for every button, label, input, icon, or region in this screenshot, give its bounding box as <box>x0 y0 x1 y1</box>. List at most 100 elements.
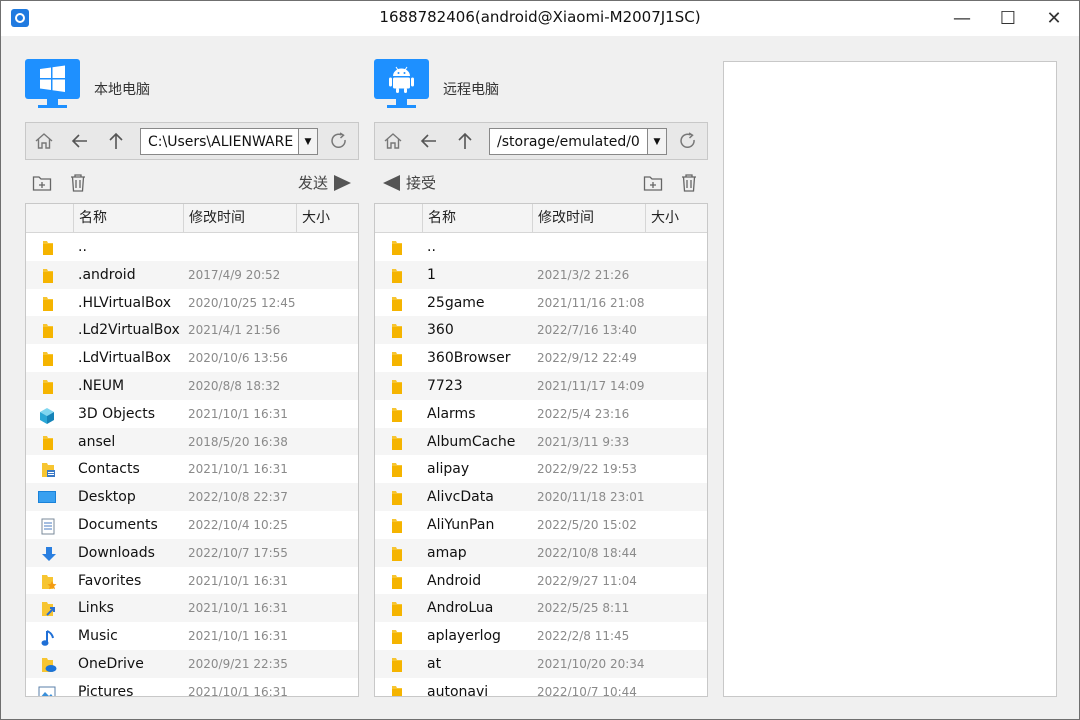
file-modified: 2022/10/8 18:44 <box>537 545 637 560</box>
file-row[interactable]: Desktop 2022/10/8 22:37 <box>26 483 358 511</box>
file-row[interactable]: .NEUM 2020/8/8 18:32 <box>26 371 358 400</box>
file-row[interactable]: .Ld2VirtualBox 2021/4/1 21:56 <box>26 316 358 345</box>
local-path-input[interactable] <box>141 129 298 154</box>
back-arrow-icon[interactable] <box>69 130 91 152</box>
new-folder-icon[interactable] <box>31 172 53 194</box>
column-size[interactable]: 大小 <box>646 204 707 232</box>
file-name: at <box>427 655 442 672</box>
file-row[interactable]: AlivcData 2020/11/18 23:01 <box>375 483 707 511</box>
file-row[interactable]: at 2021/10/20 20:34 <box>375 649 707 678</box>
file-row[interactable]: Favorites 2021/10/1 16:31 <box>26 567 358 595</box>
file-name: .HLVirtualBox <box>78 294 172 311</box>
remote-path-combobox[interactable]: ▼ <box>489 128 667 155</box>
folder-icon <box>390 629 403 645</box>
picture-icon <box>38 685 56 696</box>
title-bar[interactable]: 1688782406(android@Xiaomi-M2007J1SC) — ☐… <box>1 1 1079 36</box>
file-name: .Ld2VirtualBox <box>78 322 180 339</box>
folder-icon <box>390 685 403 696</box>
chevron-down-icon[interactable]: ▼ <box>298 129 317 154</box>
file-row[interactable]: amap 2022/10/8 18:44 <box>375 538 707 567</box>
file-row[interactable]: Android 2022/9/27 11:04 <box>375 567 707 595</box>
file-row[interactable]: .android 2017/4/9 20:52 <box>26 260 358 289</box>
send-button-label: 发送 <box>297 174 328 192</box>
folder-icon <box>390 296 403 311</box>
home-icon[interactable] <box>382 130 404 152</box>
receive-button[interactable]: 接受 <box>383 172 436 193</box>
file-row[interactable]: 360 2022/7/16 13:40 <box>375 316 707 345</box>
file-row[interactable]: OneDrive 2020/9/21 22:35 <box>26 649 358 678</box>
local-path-combobox[interactable]: ▼ <box>140 128 318 155</box>
back-arrow-icon[interactable] <box>418 130 440 152</box>
file-row[interactable]: Documents 2022/10/4 10:25 <box>26 511 358 539</box>
remote-path-input[interactable] <box>490 129 647 154</box>
file-modified: 2021/10/1 16:31 <box>188 629 288 644</box>
new-folder-icon[interactable] <box>642 172 664 194</box>
file-row[interactable]: .HLVirtualBox 2020/10/25 12:45 <box>26 289 358 317</box>
refresh-icon[interactable] <box>328 130 350 152</box>
close-button[interactable]: ✕ <box>1031 1 1077 36</box>
file-row[interactable]: .. <box>375 233 707 261</box>
file-row[interactable]: 7723 2021/11/17 14:09 <box>375 371 707 400</box>
file-modified: 2021/10/20 20:34 <box>537 656 645 671</box>
file-row[interactable]: .. <box>26 233 358 261</box>
file-modified: 2020/10/25 12:45 <box>188 295 296 310</box>
send-button[interactable]: 发送 <box>298 172 351 193</box>
file-name: ansel <box>78 433 116 450</box>
receive-button-label: 接受 <box>406 174 437 192</box>
column-modified[interactable]: 修改时间 <box>533 204 646 232</box>
home-icon[interactable] <box>33 130 55 152</box>
chevron-down-icon[interactable]: ▼ <box>647 129 666 154</box>
up-arrow-icon[interactable] <box>454 130 476 152</box>
remote-list-header: 名称 修改时间 大小 <box>375 204 707 233</box>
column-modified[interactable]: 修改时间 <box>184 204 297 232</box>
file-row[interactable]: autonavi 2022/10/7 10:44 <box>375 678 707 696</box>
minimize-button[interactable]: — <box>939 1 985 36</box>
file-row[interactable]: alipay 2022/9/22 19:53 <box>375 455 707 483</box>
file-row[interactable]: AliYunPan 2022/5/20 15:02 <box>375 511 707 539</box>
file-row[interactable]: AndroLua 2022/5/25 8:11 <box>375 594 707 623</box>
local-file-list[interactable]: 名称 修改时间 大小 .. .android 2017/4/9 20:52 .HLVi… <box>25 203 359 697</box>
column-name[interactable]: 名称 <box>74 204 184 232</box>
up-arrow-icon[interactable] <box>105 130 127 152</box>
file-row[interactable]: Pictures 2021/10/1 16:31 <box>26 678 358 696</box>
file-row[interactable]: Downloads 2022/10/7 17:55 <box>26 538 358 567</box>
file-modified: 2021/4/1 21:56 <box>188 323 281 338</box>
file-name: 1 <box>427 266 436 283</box>
refresh-icon[interactable] <box>677 130 699 152</box>
file-row[interactable]: .LdVirtualBox 2020/10/6 13:56 <box>26 344 358 372</box>
trash-icon[interactable] <box>678 172 700 194</box>
trash-icon[interactable] <box>67 172 89 194</box>
column-name[interactable]: 名称 <box>423 204 533 232</box>
file-row[interactable]: AlbumCache 2021/3/11 9:33 <box>375 427 707 456</box>
folder-icon <box>390 323 403 339</box>
file-modified: 2022/7/16 13:40 <box>537 323 637 338</box>
remote-file-list[interactable]: 名称 修改时间 大小 .. 1 2021/3/2 21:26 25game 2021/1… <box>374 203 708 697</box>
file-name: AndroLua <box>427 600 494 617</box>
file-row[interactable]: ansel 2018/5/20 16:38 <box>26 427 358 456</box>
folder-icon <box>390 351 403 367</box>
column-icon[interactable] <box>375 204 423 232</box>
file-row[interactable]: Alarms 2022/5/4 23:16 <box>375 400 707 428</box>
folder-icon <box>390 601 403 617</box>
file-row[interactable]: aplayerlog 2022/2/8 11:45 <box>375 622 707 650</box>
folder-icon <box>390 462 403 478</box>
file-modified: 2022/2/8 11:45 <box>537 629 630 644</box>
file-row[interactable]: 1 2021/3/2 21:26 <box>375 260 707 289</box>
file-name: Documents <box>78 516 158 533</box>
file-name: 7723 <box>427 377 463 394</box>
file-row[interactable]: 360Browser 2022/9/12 22:49 <box>375 344 707 372</box>
column-size[interactable]: 大小 <box>297 204 358 232</box>
file-row[interactable]: Contacts 2021/10/1 16:31 <box>26 455 358 483</box>
file-row[interactable]: Music 2021/10/1 16:31 <box>26 622 358 650</box>
column-icon[interactable] <box>26 204 74 232</box>
send-arrow-icon <box>334 174 351 191</box>
file-name: AliYunPan <box>427 516 495 533</box>
remote-rows: .. 1 2021/3/2 21:26 25game 2021/11/16 21:08 3… <box>375 233 707 696</box>
maximize-button[interactable]: ☐ <box>985 1 1031 36</box>
file-row[interactable]: 3D Objects 2021/10/1 16:31 <box>26 400 358 428</box>
file-row[interactable]: Links 2021/10/1 16:31 <box>26 594 358 623</box>
file-modified: 2022/5/4 23:16 <box>537 406 630 421</box>
file-name: AlivcData <box>427 489 494 506</box>
file-modified: 2017/4/9 20:52 <box>188 267 281 282</box>
file-row[interactable]: 25game 2021/11/16 21:08 <box>375 289 707 317</box>
